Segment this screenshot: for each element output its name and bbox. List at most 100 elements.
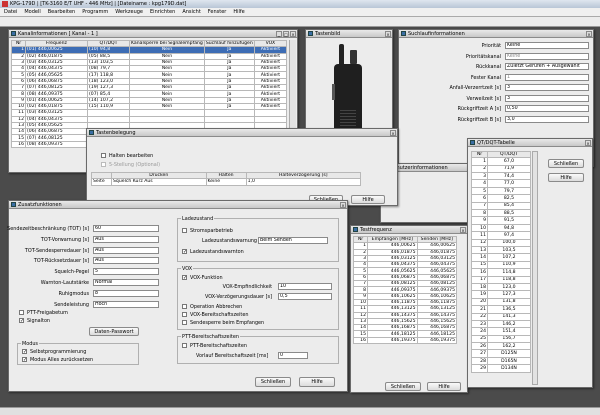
close-icon[interactable]: × <box>585 139 591 146</box>
table-cell[interactable]: 29 <box>471 364 488 373</box>
table-row[interactable]: 17 118,8 <box>471 275 531 284</box>
test-freq-titlebar[interactable]: Testfrequenz × <box>351 226 467 234</box>
table-cell[interactable]: 15 <box>471 260 488 270</box>
table-row[interactable]: 7 85,4 <box>471 201 531 211</box>
table-row[interactable]: 10 94,8 <box>471 223 531 233</box>
table-cell[interactable]: 19 <box>471 290 488 299</box>
table-row[interactable]: 19 127,3 <box>471 290 531 299</box>
table-cell[interactable]: 82,5 <box>487 194 531 203</box>
menu-einrichten[interactable]: Einrichten <box>150 9 175 15</box>
table-cell[interactable]: 26 <box>471 342 488 351</box>
ptt-standby-checkbox[interactable] <box>182 343 187 348</box>
scan-info-titlebar[interactable]: Suchlaufinformationen × <box>399 30 593 38</box>
table-row[interactable]: 20 131,8 <box>471 297 531 307</box>
scan-field-input[interactable]: 1 <box>505 73 589 81</box>
extra-field-input[interactable]: 60 <box>93 225 159 232</box>
table-row[interactable]: 8 88,5 <box>471 209 531 218</box>
table-cell[interactable]: 107,2 <box>487 253 531 262</box>
key-assign-titlebar[interactable]: Tastenbelegung × <box>87 129 397 137</box>
charge-warning-tone-checkbox[interactable]: ✓ <box>182 249 187 255</box>
table-cell[interactable]: 18 <box>471 282 488 292</box>
table-row[interactable]: 9 91,5 <box>471 216 531 225</box>
power-save-checkbox[interactable] <box>182 228 187 233</box>
scan-field-input[interactable]: Zuletzt Gerufen + Ausgewählt <box>505 63 589 70</box>
extra-field-input[interactable]: 8 <box>93 289 159 297</box>
table-row[interactable]: 12 100,0 <box>471 238 531 248</box>
key-row-press[interactable]: Squelch Kurz Aus <box>111 178 207 186</box>
table-row[interactable]: 28 D165N <box>471 356 531 366</box>
table-row[interactable]: 5 79,7 <box>471 186 531 196</box>
radio-side-key[interactable] <box>332 84 335 100</box>
qt-table-titlebar[interactable]: QT/DQT-Tabelle × <box>468 139 592 147</box>
scan-field-input[interactable]: Keine <box>505 52 589 60</box>
signal-tone-checkbox[interactable]: ✓ <box>19 318 24 324</box>
table-cell[interactable]: 114,8 <box>487 268 531 277</box>
key-row-hold[interactable]: Keine <box>205 178 247 186</box>
key-row-delay[interactable]: 1,0 <box>245 178 362 186</box>
table-cell[interactable]: 94,8 <box>487 223 531 233</box>
scan-field-input[interactable]: 3 <box>505 94 589 102</box>
table-row[interactable]: 3 74,4 <box>471 172 531 181</box>
table-cell[interactable]: 12 <box>471 238 488 248</box>
table-row[interactable]: 21 136,5 <box>471 305 531 314</box>
self-programming-checkbox[interactable]: ✓ <box>22 349 27 355</box>
close-icon[interactable]: × <box>290 30 296 37</box>
table-cell[interactable]: 91,5 <box>487 216 531 225</box>
table-cell[interactable]: 11 <box>471 231 488 240</box>
table-cell[interactable]: 446,19375 <box>367 336 418 345</box>
qt-help-button[interactable]: Hilfe <box>548 173 584 182</box>
table-cell[interactable]: 118,8 <box>487 275 531 284</box>
table-row[interactable]: 24 151,4 <box>471 327 531 336</box>
extra-field-input[interactable]: Normal <box>93 279 159 286</box>
vox-delay-input[interactable]: 0,5 <box>278 293 332 300</box>
test-close-button[interactable]: Schließen <box>385 382 421 391</box>
table-cell[interactable]: 13 <box>471 245 488 255</box>
qt-close-button[interactable]: Schließen <box>548 159 584 168</box>
table-row[interactable]: 16 114,8 <box>471 268 531 277</box>
extra-field-input[interactable]: Hoch <box>93 300 159 308</box>
extra-field-input[interactable]: 5 <box>93 268 159 276</box>
minimize-icon[interactable]: _ <box>276 30 282 37</box>
extra-field-input[interactable]: Aus <box>93 246 159 254</box>
table-cell[interactable]: 14 <box>471 253 488 262</box>
menu-datei[interactable]: Datei <box>4 9 17 15</box>
menu-werkzeuge[interactable]: Werkzeuge <box>115 9 143 15</box>
charge-warning-select[interactable]: Beim Senden <box>258 237 328 244</box>
vox-standby-checkbox[interactable] <box>182 312 187 317</box>
table-cell[interactable]: 127,3 <box>487 290 531 299</box>
table-cell[interactable]: D165N <box>487 356 531 366</box>
table-row[interactable]: 14 107,2 <box>471 253 531 262</box>
table-cell[interactable]: 77,0 <box>487 179 531 188</box>
table-cell[interactable]: 10 <box>471 223 488 233</box>
table-cell[interactable]: 24 <box>471 327 488 336</box>
table-cell[interactable]: 28 <box>471 356 488 366</box>
table-cell[interactable]: 71,9 <box>487 164 531 174</box>
qt-scrollbar[interactable] <box>532 151 538 385</box>
table-cell[interactable]: 4 <box>471 179 488 188</box>
scan-field-input[interactable]: 3 <box>505 84 589 91</box>
key-image-titlebar[interactable]: Tastenbild × <box>306 30 392 38</box>
menu-ansicht[interactable]: Ansicht <box>182 9 200 15</box>
table-cell[interactable]: 25 <box>471 334 488 344</box>
menu-programm[interactable]: Programm <box>82 9 108 15</box>
menu-hilfe[interactable]: Hilfe <box>233 9 244 15</box>
table-row[interactable]: 11 97,4 <box>471 231 531 240</box>
table-cell[interactable]: 79,7 <box>487 186 531 196</box>
hold-edit-checkbox[interactable] <box>101 153 106 158</box>
table-cell[interactable]: 8 <box>471 209 488 218</box>
table-cell[interactable]: 123,0 <box>487 282 531 292</box>
table-cell[interactable]: 156,7 <box>487 334 531 344</box>
table-row[interactable]: 27 D125N <box>471 349 531 358</box>
preamble-input[interactable]: 0 <box>278 352 308 359</box>
table-cell[interactable]: 16 <box>11 140 26 149</box>
table-cell[interactable]: 3 <box>471 172 488 181</box>
table-row[interactable]: 15 110,9 <box>471 260 531 270</box>
table-cell[interactable]: 16 <box>353 336 368 345</box>
ptt-release-checkbox[interactable] <box>19 310 24 315</box>
table-cell[interactable]: 22 <box>471 312 488 321</box>
table-row[interactable]: 25 156,7 <box>471 334 531 344</box>
table-cell[interactable]: 27 <box>471 349 488 358</box>
table-cell[interactable]: 110,9 <box>487 260 531 270</box>
table-cell[interactable]: 162,2 <box>487 342 531 351</box>
table-cell[interactable]: 151,4 <box>487 327 531 336</box>
